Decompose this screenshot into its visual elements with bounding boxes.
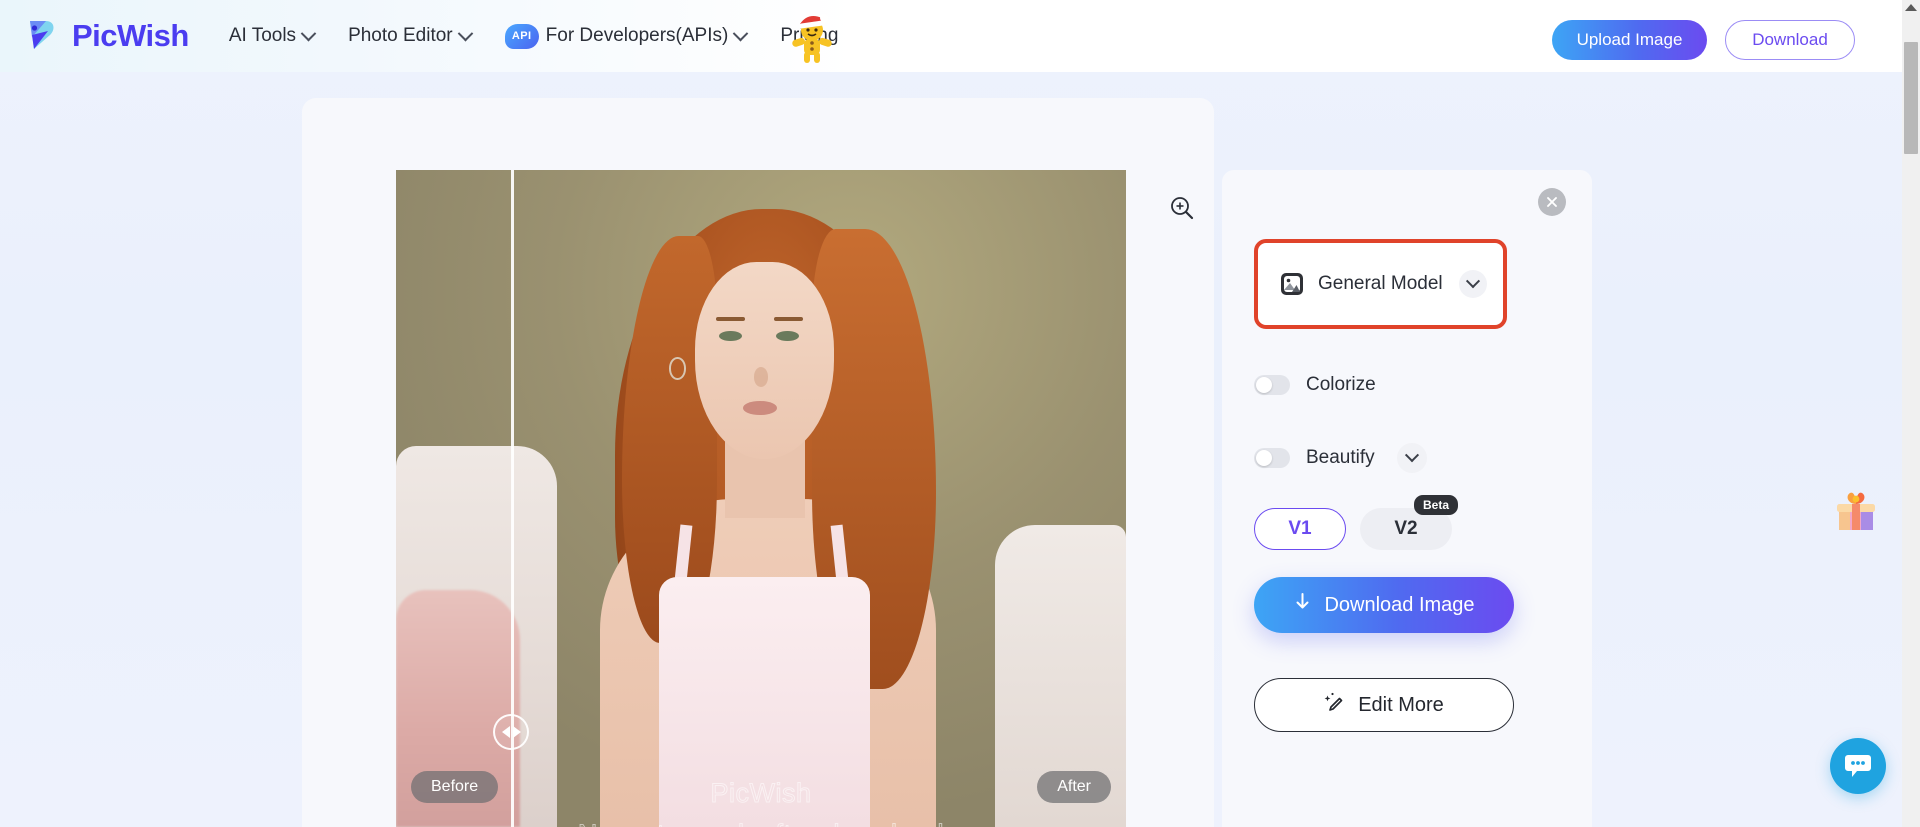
gingerbread-man-santa-hat-icon	[788, 12, 836, 64]
page-scrollbar[interactable]	[1902, 0, 1920, 827]
nav-label: Photo Editor	[348, 25, 453, 46]
main-nav: AI Tools Photo Editor API For Developers…	[228, 23, 838, 49]
after-label[interactable]: After	[1037, 771, 1111, 803]
download-button[interactable]: Download	[1725, 20, 1855, 60]
version-v2-label: V2	[1394, 518, 1418, 539]
download-arrow-icon	[1293, 592, 1312, 618]
gift-box-icon[interactable]	[1828, 482, 1884, 538]
api-badge-icon: API	[504, 23, 539, 49]
colorize-toggle[interactable]	[1254, 375, 1290, 395]
beautify-label: Beautify	[1306, 447, 1375, 468]
edit-more-label: Edit More	[1358, 693, 1444, 716]
version-v1-button[interactable]: V1	[1254, 508, 1346, 550]
chevron-down-icon[interactable]	[1459, 270, 1487, 298]
nav-item-for-developers[interactable]: API For Developers(APIs)	[504, 23, 749, 49]
model-selector[interactable]: General Model	[1254, 239, 1507, 329]
zoom-in-icon[interactable]	[1162, 188, 1202, 228]
nav-label: AI Tools	[228, 25, 297, 46]
close-icon[interactable]	[1538, 188, 1566, 216]
upload-image-button[interactable]: Upload Image	[1552, 20, 1707, 60]
scroll-up-arrow-icon[interactable]	[1905, 4, 1917, 11]
brand-name: PicWish	[72, 18, 189, 53]
brand-logo[interactable]: PicWish	[20, 15, 189, 57]
chevron-down-icon	[733, 25, 749, 41]
nav-label: For Developers(APIs)	[545, 25, 729, 46]
chevron-down-icon	[457, 25, 473, 41]
model-label: General Model	[1318, 273, 1443, 294]
arrow-left-icon	[501, 726, 510, 738]
chevron-down-icon[interactable]	[1396, 443, 1427, 473]
colorize-row: Colorize	[1254, 374, 1376, 396]
picwish-app: PicWish AI Tools Photo Editor API For De…	[0, 0, 1920, 827]
top-header: PicWish AI Tools Photo Editor API For De…	[0, 0, 1903, 72]
download-image-label: Download Image	[1324, 593, 1475, 616]
magic-pencil-icon	[1324, 691, 1346, 719]
beautify-row: Beautify	[1254, 443, 1427, 473]
colorize-label: Colorize	[1306, 374, 1376, 395]
beautify-toggle[interactable]	[1254, 448, 1290, 468]
before-after-comparison[interactable]: PicWish No watermark after download Befo…	[396, 170, 1126, 827]
beta-badge: Beta	[1413, 495, 1458, 515]
version-v2-button[interactable]: V2 Beta	[1360, 495, 1458, 550]
nav-item-photo-editor[interactable]: Photo Editor	[348, 25, 473, 47]
nav-item-ai-tools[interactable]: AI Tools	[228, 25, 317, 47]
chevron-down-icon	[300, 25, 317, 41]
compare-slider-handle-icon[interactable]	[493, 714, 530, 750]
header-actions: Upload Image Download	[1552, 20, 1855, 60]
chat-bubble-icon[interactable]	[1830, 738, 1886, 794]
edit-more-button[interactable]: Edit More	[1254, 678, 1514, 732]
workspace: PicWish No watermark after download Befo…	[0, 72, 1903, 827]
scrollbar-thumb[interactable]	[1904, 42, 1918, 154]
arrow-right-icon	[512, 726, 521, 738]
ai-image-model-icon	[1280, 272, 1304, 296]
before-label[interactable]: Before	[411, 771, 499, 803]
version-selector: V1 V2 Beta	[1254, 495, 1458, 550]
picwish-logo-icon	[20, 15, 62, 57]
settings-panel: General Model Colorize Beautify V1 V2 Be…	[1222, 170, 1592, 827]
download-image-button[interactable]: Download Image	[1254, 577, 1514, 633]
